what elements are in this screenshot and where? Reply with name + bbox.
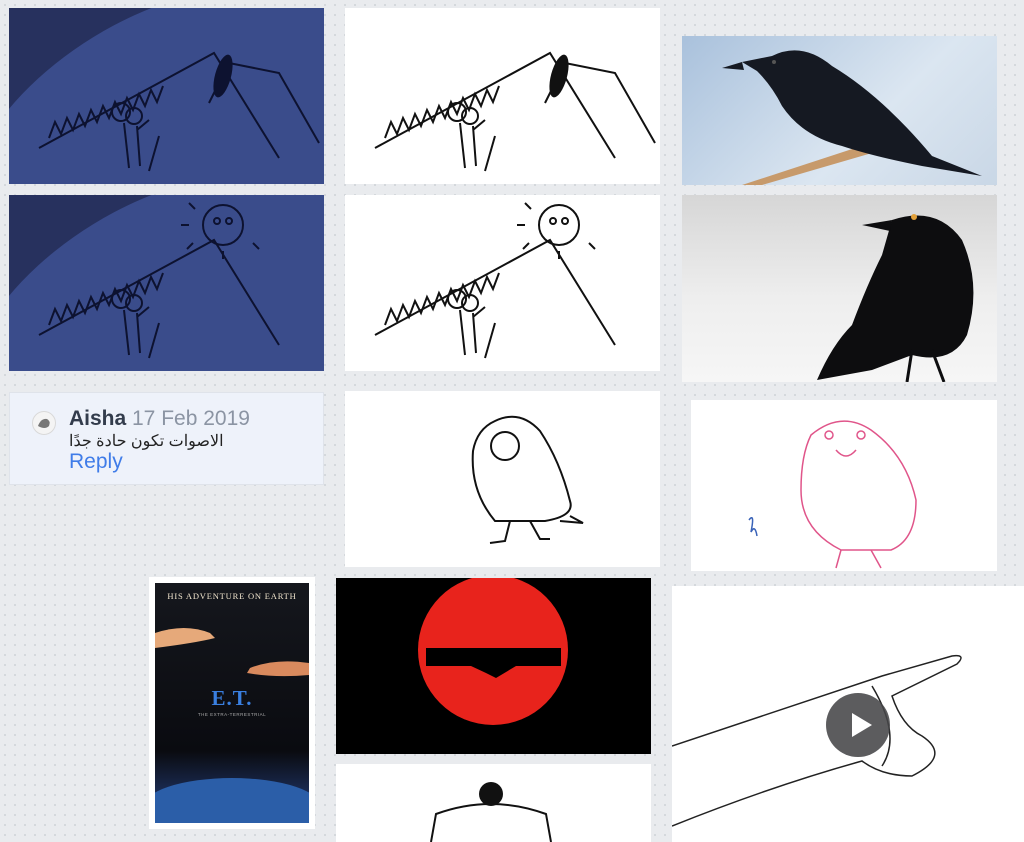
notebook-sketch-white	[374, 51, 656, 172]
crow-standing-image	[817, 214, 974, 382]
notebook-sketch-navy	[9, 8, 324, 184]
et-poster-card[interactable]: HIS ADVENTURE ON EARTH E.T. THE EXTRA-TE…	[149, 577, 315, 829]
crow-photo-standing[interactable]	[682, 195, 997, 382]
notebook-sun-sketch-navy	[9, 195, 324, 371]
red-sun-silhouette	[418, 578, 568, 725]
avatar[interactable]	[32, 411, 56, 435]
sketch-card-white-notebook[interactable]	[345, 8, 660, 184]
sketch-card-navy-notebook-sun[interactable]	[9, 195, 324, 371]
pink-bird-sketch-card[interactable]	[691, 400, 997, 571]
crow-image	[722, 50, 982, 185]
notebook-sun-sketch-white	[374, 202, 616, 359]
bird-sketch-card[interactable]	[345, 391, 660, 567]
comment-card: Aisha 17 Feb 2019 الاصوات تكون حادة جدًا…	[9, 392, 324, 485]
pot-sketch	[430, 782, 552, 842]
red-sun-silhouette-card[interactable]	[336, 578, 651, 754]
reply-link[interactable]: Reply	[69, 450, 123, 474]
poster-subtitle: THE EXTRA-TERRESTRIAL	[197, 712, 267, 717]
bird-avatar-icon	[38, 418, 50, 428]
pink-bird-sketch	[748, 420, 917, 569]
comment-text: الاصوات تكون حادة جدًا	[69, 433, 224, 450]
crow-photo-perched[interactable]	[682, 36, 997, 185]
pot-sketch-card[interactable]	[336, 764, 651, 842]
comment-date: 17 Feb 2019	[132, 407, 250, 430]
play-icon[interactable]	[826, 693, 890, 757]
sketch-card-navy-notebook[interactable]	[9, 8, 324, 184]
et-poster: HIS ADVENTURE ON EARTH E.T. THE EXTRA-TE…	[155, 583, 309, 823]
poster-title: E.T.	[211, 686, 253, 710]
bird-sketch	[471, 415, 584, 544]
sketch-card-white-notebook-sun[interactable]	[345, 195, 660, 371]
comment-author: Aisha	[69, 407, 127, 430]
